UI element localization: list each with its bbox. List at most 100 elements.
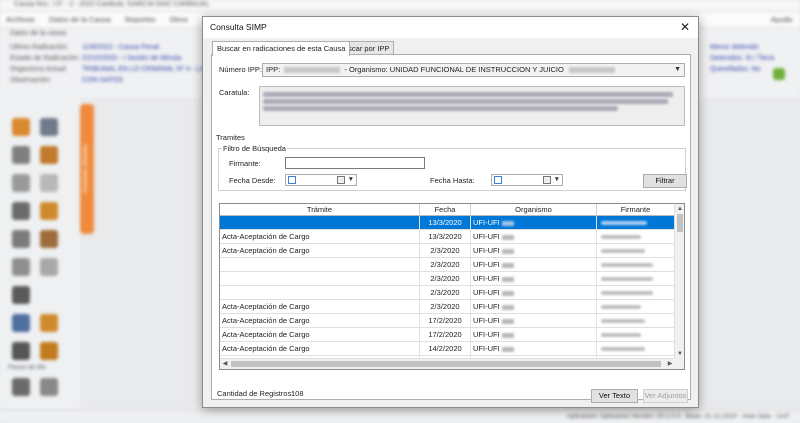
cantidad-registros-label: Cantidad de Registros: bbox=[217, 389, 294, 398]
cell-organismo: UFI-UFI bbox=[471, 300, 597, 314]
tramites-section-label: Tramites bbox=[216, 133, 245, 142]
shortcut-icon[interactable] bbox=[12, 118, 30, 136]
shortcut-icon[interactable] bbox=[40, 314, 58, 332]
table-row[interactable]: 2/3/2020 UFI-UFI bbox=[220, 272, 675, 286]
cell-organismo: UFI-UFI bbox=[471, 258, 597, 272]
shortcut-icon[interactable] bbox=[12, 146, 30, 164]
status-text: Aplicación: Aplicación Versión: 20.1.0.3… bbox=[567, 413, 790, 420]
right-info: Detenidos: Si / Tiene bbox=[710, 55, 775, 62]
chevron-down-icon[interactable]: ▼ bbox=[348, 175, 354, 185]
column-header-tramite[interactable]: Trámite bbox=[220, 204, 420, 216]
shortcut-icon[interactable] bbox=[12, 314, 30, 332]
cell-tramite bbox=[220, 286, 420, 300]
cell-organismo: UFI-UFI bbox=[471, 342, 597, 356]
shortcut-icon[interactable] bbox=[40, 342, 58, 360]
shortcut-icon[interactable] bbox=[12, 230, 30, 248]
redacted-organismo bbox=[501, 248, 514, 254]
scroll-left-icon[interactable]: ◀ bbox=[220, 359, 230, 369]
calendar-icon[interactable] bbox=[543, 176, 551, 184]
info-label: Estado de Radicación: bbox=[10, 55, 81, 62]
scroll-thumb[interactable] bbox=[231, 361, 661, 367]
right-info: Menor detenido bbox=[710, 44, 759, 51]
fecha-desde-picker[interactable]: ▼ bbox=[285, 174, 357, 186]
redacted-caratula-line bbox=[263, 106, 618, 111]
redacted-firmante bbox=[601, 305, 641, 309]
cell-fecha-text: 17/2/2020 bbox=[428, 330, 462, 339]
cell-fecha-text: 17/2/2020 bbox=[428, 316, 462, 325]
shortcut-icon[interactable] bbox=[12, 342, 30, 360]
shortcut-icon[interactable] bbox=[12, 378, 30, 396]
menu-otros[interactable]: Otros bbox=[164, 12, 194, 27]
close-icon[interactable]: ✕ bbox=[678, 20, 692, 34]
table-row[interactable]: Acta-Aceptación de Cargo 13/3/2020 UFI-UFI bbox=[220, 230, 675, 244]
menu-ayuda[interactable]: Ayuda bbox=[771, 15, 792, 24]
fecha-hasta-picker[interactable]: ▼ bbox=[491, 174, 563, 186]
shortcut-icon[interactable] bbox=[12, 174, 30, 192]
shortcut-icon[interactable] bbox=[40, 378, 58, 396]
shortcut-icon[interactable] bbox=[40, 146, 58, 164]
table-row[interactable]: Acta-Aceptación de Cargo 17/2/2020 UFI-UFI bbox=[220, 314, 675, 328]
firmante-input[interactable] bbox=[285, 157, 425, 169]
shortcut-icon[interactable] bbox=[40, 258, 58, 276]
column-header-organismo[interactable]: Organismo bbox=[471, 204, 597, 216]
redacted-firmante bbox=[601, 221, 647, 225]
column-header-firmante[interactable]: Firmante bbox=[597, 204, 675, 216]
shortcut-icon[interactable] bbox=[12, 202, 30, 220]
cell-fecha-text: 2/3/2020 bbox=[430, 288, 460, 297]
calendar-icon[interactable] bbox=[337, 176, 345, 184]
fecha-desde-label: Fecha Desde: bbox=[229, 176, 276, 185]
redacted-organismo bbox=[501, 290, 514, 296]
shortcut-icon[interactable] bbox=[40, 230, 58, 248]
fecha-desde-checkbox[interactable] bbox=[288, 176, 296, 184]
cell-fecha-text: 13/3/2020 bbox=[428, 232, 462, 241]
cell-tramite-text: Acta-Aceptación de Cargo bbox=[222, 302, 310, 311]
cell-tramite-text: Acta-Aceptación de Cargo bbox=[222, 316, 310, 325]
chevron-down-icon[interactable]: ▼ bbox=[554, 175, 560, 185]
fecha-hasta-checkbox[interactable] bbox=[494, 176, 502, 184]
shortcut-icon[interactable] bbox=[12, 258, 30, 276]
menu-reportes[interactable]: Reportes bbox=[119, 12, 161, 27]
fecha-hasta-label: Fecha Hasta: bbox=[430, 176, 475, 185]
shortcut-icon[interactable] bbox=[12, 286, 30, 304]
shortcut-icon[interactable] bbox=[40, 202, 58, 220]
table-row[interactable]: Acta-Aceptación de Cargo 2/3/2020 UFI-UFI bbox=[220, 244, 675, 258]
menu-archivos[interactable]: Archivos bbox=[0, 12, 41, 27]
tab-buscar-radicaciones[interactable]: Buscar en radicaciones de esta Causa bbox=[212, 41, 351, 56]
redacted-firmante bbox=[601, 277, 653, 281]
ver-texto-button[interactable]: Ver Texto bbox=[591, 389, 638, 403]
table-row[interactable]: 2/3/2020 UFI-UFI bbox=[220, 286, 675, 300]
cell-tramite: Acta-Aceptación de Cargo bbox=[220, 328, 420, 342]
table-row[interactable]: 13/3/2020 UFI-UFI bbox=[220, 216, 675, 230]
menu-datos-causa[interactable]: Datos de la Causa bbox=[43, 12, 117, 27]
redacted-caratula-line bbox=[263, 92, 673, 97]
accesos-directos-tab[interactable]: Accesos directos bbox=[80, 104, 94, 234]
table-row[interactable]: Acta-Aceptación de Cargo 17/2/2020 UFI-UFI bbox=[220, 328, 675, 342]
table-row[interactable]: Acta-Aceptación de Cargo 2/3/2020 UFI-UFI bbox=[220, 300, 675, 314]
table-row[interactable]: 2/3/2020 UFI-UFI bbox=[220, 258, 675, 272]
scroll-corner bbox=[674, 358, 684, 369]
horizontal-scrollbar[interactable]: ◀ ▶ bbox=[220, 358, 675, 369]
redacted-firmante bbox=[601, 249, 645, 253]
ipp-select[interactable]: IPP: - Organismo: UNIDAD FUNCIONAL DE IN… bbox=[262, 63, 685, 77]
cell-organismo-text: UFI-UFI bbox=[473, 330, 500, 339]
column-header-fecha[interactable]: Fecha bbox=[420, 204, 471, 216]
scroll-up-icon[interactable]: ▲ bbox=[675, 204, 684, 214]
shortcut-icon[interactable] bbox=[40, 174, 58, 192]
redacted-organismo bbox=[501, 276, 514, 282]
shortcut-icon[interactable] bbox=[40, 118, 58, 136]
cell-tramite: Acta-Aceptación de Cargo bbox=[220, 342, 420, 356]
ver-adjuntos-button[interactable]: Ver Adjuntos bbox=[643, 389, 688, 403]
dialog-titlebar[interactable]: Consulta SIMP ✕ bbox=[203, 17, 698, 38]
scroll-thumb[interactable] bbox=[677, 214, 683, 232]
status-green-icon bbox=[773, 68, 785, 80]
cell-tramite: Acta-Aceptación de Cargo bbox=[220, 300, 420, 314]
cell-tramite-text: Acta-Aceptación de Cargo bbox=[222, 246, 310, 255]
filtrar-button[interactable]: Filtrar bbox=[643, 174, 687, 188]
chevron-down-icon[interactable]: ▼ bbox=[674, 64, 681, 76]
cell-fecha-text: 14/2/2020 bbox=[428, 344, 462, 353]
cell-tramite: Acta-Aceptación de Cargo bbox=[220, 244, 420, 258]
cell-firmante bbox=[597, 244, 675, 258]
table-row[interactable]: Acta-Aceptación de Cargo 14/2/2020 UFI-UFI bbox=[220, 342, 675, 356]
cell-fecha-text: 2/3/2020 bbox=[430, 302, 460, 311]
vertical-scrollbar[interactable]: ▲ ▼ bbox=[674, 204, 684, 359]
